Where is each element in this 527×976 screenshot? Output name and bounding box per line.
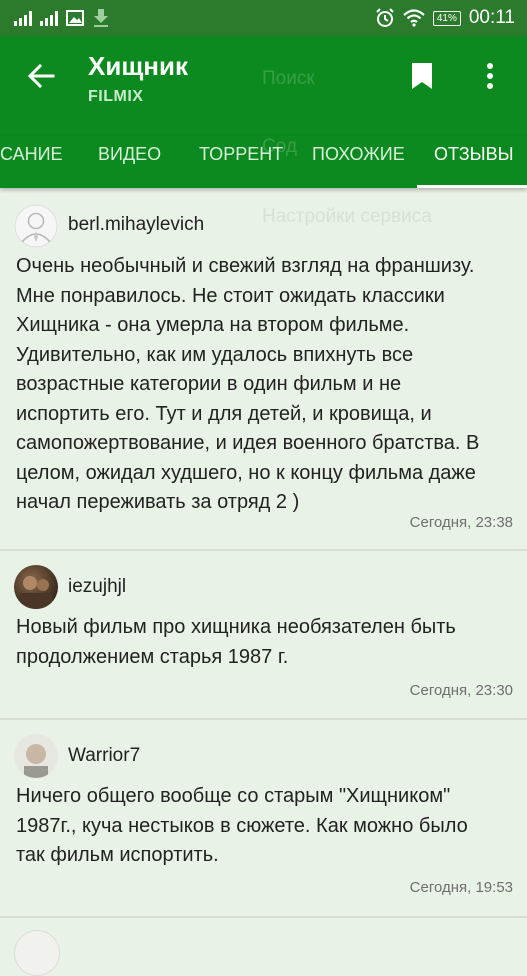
tab-reviews[interactable]: ОТЗЫВЫ [434, 136, 514, 188]
review-text: Ничего общего вообще со старым "Хищником… [16, 785, 468, 866]
back-arrow-icon[interactable] [26, 61, 56, 91]
status-left [14, 8, 110, 28]
battery-indicator: 41% [432, 10, 461, 26]
review-item: Настройки сервиса berl.mihaylevich Очень… [0, 188, 527, 550]
review-date: Сегодня, 23:30 [409, 682, 513, 699]
signal-icon [14, 10, 32, 26]
photo-avatar-icon [20, 576, 52, 609]
tab-description[interactable]: САНИЕ [0, 136, 63, 188]
review-author: berl.mihaylevich [68, 214, 205, 235]
page-title: Хищник [88, 51, 188, 81]
tab-video[interactable]: ВИДЕО [98, 136, 161, 188]
review-date: Сегодня, 23:38 [409, 514, 513, 531]
default-user-avatar-icon [14, 204, 58, 248]
avatar [14, 565, 58, 609]
status-right: 41% 00:11 [375, 7, 515, 29]
status-bar: 41% 00:11 [0, 0, 527, 36]
review-text: Очень необычный и свежий взгляд на франш… [16, 255, 480, 513]
tab-bar: САНИЕ ВИДЕО ТОРРЕНТ ПОХОЖИЕ ОТЗЫВЫ Сод [0, 136, 527, 188]
photo-avatar-icon [24, 744, 48, 778]
bookmark-icon[interactable] [410, 62, 434, 90]
review-item: iezujhjl Новый фильм про хищника необяза… [0, 551, 527, 719]
page-subtitle: FILMIX [88, 88, 144, 105]
review-text: Новый фильм про хищника необязателен быт… [16, 616, 456, 668]
wifi-icon [403, 9, 425, 27]
alarm-icon [376, 8, 394, 27]
divider [0, 916, 527, 918]
avatar [14, 734, 58, 778]
review-item: Warrior7 Ничего общего вообще со старым … [0, 720, 527, 916]
ghost-menu-item: Поиск [262, 68, 315, 89]
review-author: iezujhjl [68, 576, 127, 597]
ghost-menu-item: Настройки сервиса [262, 206, 432, 227]
more-vert-icon[interactable] [478, 62, 502, 90]
avatar [14, 204, 58, 248]
ghost-menu-item: Сод [262, 136, 297, 157]
review-date: Сегодня, 19:53 [409, 879, 513, 896]
gallery-notification-icon [66, 10, 84, 26]
app-bar: Хищник FILMIX Поиск [0, 36, 527, 136]
download-notification-icon [94, 9, 108, 27]
tab-similar[interactable]: ПОХОЖИЕ [312, 136, 405, 188]
signal-2-icon [40, 10, 58, 26]
status-time: 00:11 [468, 7, 515, 28]
review-author: Warrior7 [68, 745, 141, 766]
